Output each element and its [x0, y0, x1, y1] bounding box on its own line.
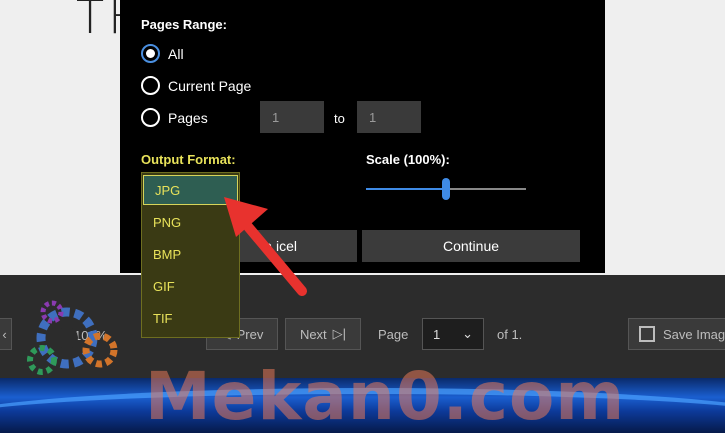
pages-to-input[interactable]: 1 — [357, 101, 421, 133]
radio-pages-label: Pages — [168, 109, 208, 126]
radio-pages[interactable]: Pages — [141, 108, 208, 127]
scale-slider[interactable] — [366, 178, 526, 200]
save-icon — [639, 326, 655, 342]
next-button[interactable]: Next ▷| — [285, 318, 361, 350]
page-count: of 1. — [497, 327, 523, 342]
watermark-logo-icon — [27, 300, 118, 375]
scale-slider-thumb[interactable] — [442, 178, 450, 200]
save-image-label: Save Imag — [663, 326, 725, 342]
annotation-arrow-icon — [224, 197, 307, 296]
radio-pages-indicator[interactable] — [141, 108, 160, 127]
radio-all[interactable]: All — [141, 44, 184, 63]
prev-label: Prev — [236, 326, 264, 342]
radio-all-label: All — [168, 45, 184, 62]
scale-label: Scale (100%): — [366, 152, 450, 167]
watermark-text: Mekan0.com — [145, 358, 626, 433]
pages-range-label: Pages Range: — [141, 17, 227, 32]
pages-from-input[interactable]: 1 — [260, 101, 324, 133]
scale-slider-fill — [366, 188, 446, 190]
output-format-label: Output Format: — [141, 152, 236, 167]
chevron-down-icon: ⌄ — [462, 326, 473, 341]
page-select[interactable]: 1 ⌄ — [422, 318, 484, 350]
format-option-tif[interactable]: TIF — [142, 303, 239, 333]
continue-button[interactable]: Continue — [362, 230, 580, 262]
radio-current-page-label: Current Page — [168, 77, 252, 94]
page-value: 1 — [433, 326, 441, 342]
to-label: to — [334, 111, 345, 126]
radio-current-page-indicator[interactable] — [141, 76, 160, 95]
radio-current-page[interactable]: Current Page — [141, 76, 251, 95]
page-label: Page — [378, 327, 409, 342]
zoom-out-button[interactable]: ‹ — [0, 318, 12, 350]
next-icon: ▷| — [332, 326, 347, 341]
next-label: Next — [299, 326, 327, 342]
radio-all-indicator[interactable] — [141, 44, 160, 63]
chevron-left-icon: ‹ — [2, 326, 7, 342]
save-image-button[interactable]: Save Imag — [628, 318, 725, 350]
